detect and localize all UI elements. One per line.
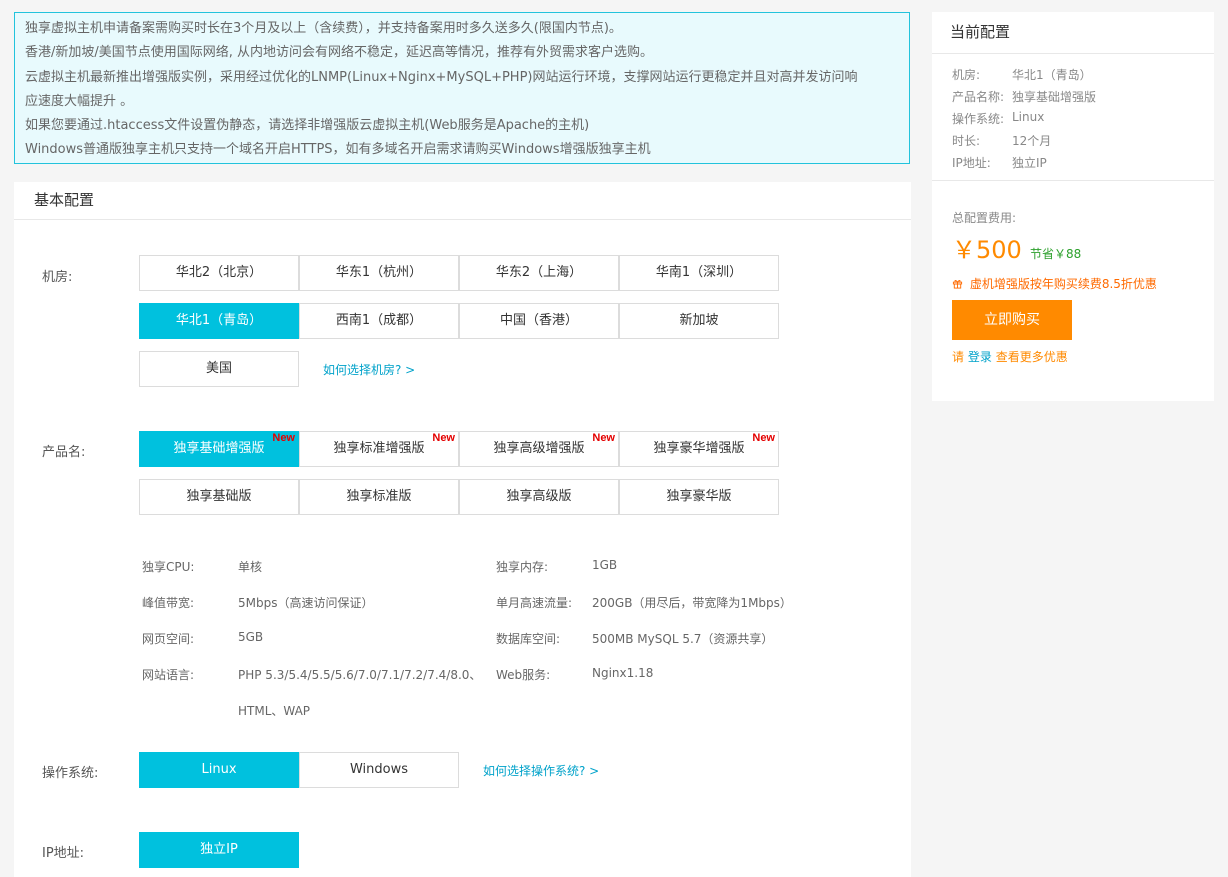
- product-name: 独享高级增强版: [493, 441, 585, 456]
- spec-mem-value: 1GB: [592, 558, 618, 572]
- product-name: 独享基础增强版: [173, 441, 265, 456]
- notice-line: 云虚拟主机最新推出增强版实例，采用经过优化的LNMP(Linux+Nginx+M…: [25, 69, 858, 85]
- buy-now-button[interactable]: 立即购买: [952, 300, 1072, 340]
- login-prefix: 请: [952, 350, 965, 364]
- new-badge: New: [592, 432, 615, 444]
- region-option[interactable]: 华北2（北京）: [139, 255, 299, 291]
- product-option[interactable]: 独享标准增强版 New: [299, 431, 459, 467]
- side-divider: [932, 180, 1214, 181]
- new-badge: New: [432, 432, 455, 444]
- login-hint: 请 登录 查看更多优惠: [952, 348, 1068, 365]
- spec-traffic-label: 单月高速流量:: [496, 596, 573, 610]
- login-link[interactable]: 登录: [968, 350, 992, 364]
- spec-traffic-value: 200GB（用尽后，带宽降为1Mbps）: [592, 596, 792, 610]
- os-help-link[interactable]: 如何选择操作系统? >: [483, 762, 599, 779]
- spec-bandwidth-value: 5Mbps（高速访问保证）: [238, 596, 374, 610]
- os-option[interactable]: Windows: [299, 752, 459, 788]
- login-suffix: 查看更多优惠: [995, 350, 1068, 364]
- os-option-selected[interactable]: Linux: [139, 752, 299, 788]
- spec-server-label: Web服务:: [496, 668, 551, 682]
- spec-lang-label: 网站语言:: [142, 668, 195, 682]
- price-row: ￥500 节省￥88: [952, 230, 1081, 265]
- gift-icon: [952, 280, 963, 289]
- region-option[interactable]: 华南1（深圳）: [619, 255, 779, 291]
- notice-line: 应速度大幅提升 。: [25, 93, 134, 109]
- spec-db-value: 500MB MySQL 5.7（资源共享）: [592, 632, 774, 646]
- spec-bandwidth-label: 峰值带宽:: [142, 596, 195, 610]
- side-row: IP地址: 独立IP: [952, 154, 1047, 171]
- new-badge: New: [272, 432, 295, 444]
- side-row-value: 12个月: [1012, 134, 1052, 148]
- side-row-key: 操作系统:: [952, 112, 1005, 126]
- notice-line: 独享虚拟主机申请备案需购买时长在3个月及以上（含续费），并支持备案用时多久送多久…: [25, 21, 622, 36]
- total-label: 总配置费用:: [952, 211, 1017, 225]
- side-row-key: 产品名称:: [952, 90, 1005, 104]
- os-label: 操作系统:: [42, 766, 99, 781]
- region-option[interactable]: 中国（香港）: [459, 303, 619, 339]
- product-option[interactable]: 独享基础版: [139, 479, 299, 515]
- region-option[interactable]: 美国: [139, 351, 299, 387]
- notice-line: 香港/新加坡/美国节点使用国际网络, 从内地访问会有网络不稳定，延迟高等情况，推…: [25, 45, 654, 61]
- region-help-link[interactable]: 如何选择机房? >: [323, 361, 415, 378]
- spec-cpu-label: 独享CPU:: [142, 560, 195, 574]
- spec-mem-label: 独享内存:: [496, 560, 549, 574]
- notice-line: 如果您要通过.htaccess文件设置伪静态，请选择非增强版云虚拟主机(Web服…: [25, 118, 590, 134]
- product-name: 独享标准增强版: [333, 441, 425, 456]
- region-option[interactable]: 西南1（成都）: [299, 303, 459, 339]
- ip-option-selected[interactable]: 独立IP: [139, 832, 299, 868]
- side-row: 产品名称: 独享基础增强版: [952, 88, 1096, 105]
- side-row: 操作系统: Linux: [952, 110, 1044, 127]
- spec-server-value: Nginx1.18: [592, 666, 654, 680]
- product-label: 产品名:: [42, 445, 86, 460]
- side-row-value: 华北1（青岛）: [1012, 68, 1092, 82]
- promo-text: 虚机增强版按年购买续费8.5折优惠: [969, 277, 1157, 291]
- spec-lang-value: PHP 5.3/5.4/5.5/5.6/7.0/7.1/7.2/7.4/8.0、: [238, 668, 482, 682]
- current-config-panel: 当前配置 机房: 华北1（青岛） 产品名称: 独享基础增强版 操作系统: Lin…: [932, 12, 1214, 401]
- spec-lang-value-2: HTML、WAP: [238, 704, 311, 718]
- side-row: 时长: 12个月: [952, 132, 1051, 149]
- promo-row: 虚机增强版按年购买续费8.5折优惠: [952, 275, 1157, 292]
- product-name: 独享豪华增强版: [653, 441, 745, 456]
- product-option[interactable]: 独享标准版: [299, 479, 459, 515]
- side-row-value: Linux: [1012, 110, 1045, 124]
- region-option[interactable]: 华东1（杭州）: [299, 255, 459, 291]
- spec-web-label: 网页空间:: [142, 632, 195, 646]
- side-row-value: 独享基础增强版: [1012, 90, 1097, 104]
- side-row-key: 机房:: [952, 68, 981, 82]
- side-row-value: 独立IP: [1012, 156, 1047, 170]
- basic-config-panel: 基本配置 机房: 华北2（北京） 华东1（杭州） 华东2（上海） 华南1（深圳）…: [14, 182, 911, 877]
- total-price: ￥500: [952, 236, 1022, 264]
- notice-line: Windows普通版独享主机只支持一个域名开启HTTPS，如有多域名开启需求请购…: [25, 142, 651, 158]
- region-label: 机房:: [42, 270, 73, 285]
- side-row-key: IP地址:: [952, 156, 991, 170]
- spec-cpu-value: 单核: [238, 560, 263, 574]
- product-option[interactable]: 独享豪华版: [619, 479, 779, 515]
- side-row: 机房: 华北1（青岛）: [952, 66, 1092, 83]
- spec-db-label: 数据库空间:: [496, 632, 561, 646]
- region-option-selected[interactable]: 华北1（青岛）: [139, 303, 299, 339]
- product-option[interactable]: 独享高级版: [459, 479, 619, 515]
- ip-label: IP地址:: [42, 846, 85, 861]
- section-title: 基本配置: [14, 182, 911, 220]
- spec-web-value: 5GB: [238, 630, 264, 644]
- side-row-key: 时长:: [952, 134, 981, 148]
- save-amount: 节省￥88: [1029, 247, 1082, 261]
- region-option[interactable]: 新加坡: [619, 303, 779, 339]
- side-title: 当前配置: [932, 12, 1214, 54]
- product-option[interactable]: 独享豪华增强版 New: [619, 431, 779, 467]
- product-option-selected[interactable]: 独享基础增强版 New: [139, 431, 299, 467]
- product-option[interactable]: 独享高级增强版 New: [459, 431, 619, 467]
- notice-box: 独享虚拟主机申请备案需购买时长在3个月及以上（含续费），并支持备案用时多久送多久…: [14, 12, 910, 164]
- region-option[interactable]: 华东2（上海）: [459, 255, 619, 291]
- new-badge: New: [752, 432, 775, 444]
